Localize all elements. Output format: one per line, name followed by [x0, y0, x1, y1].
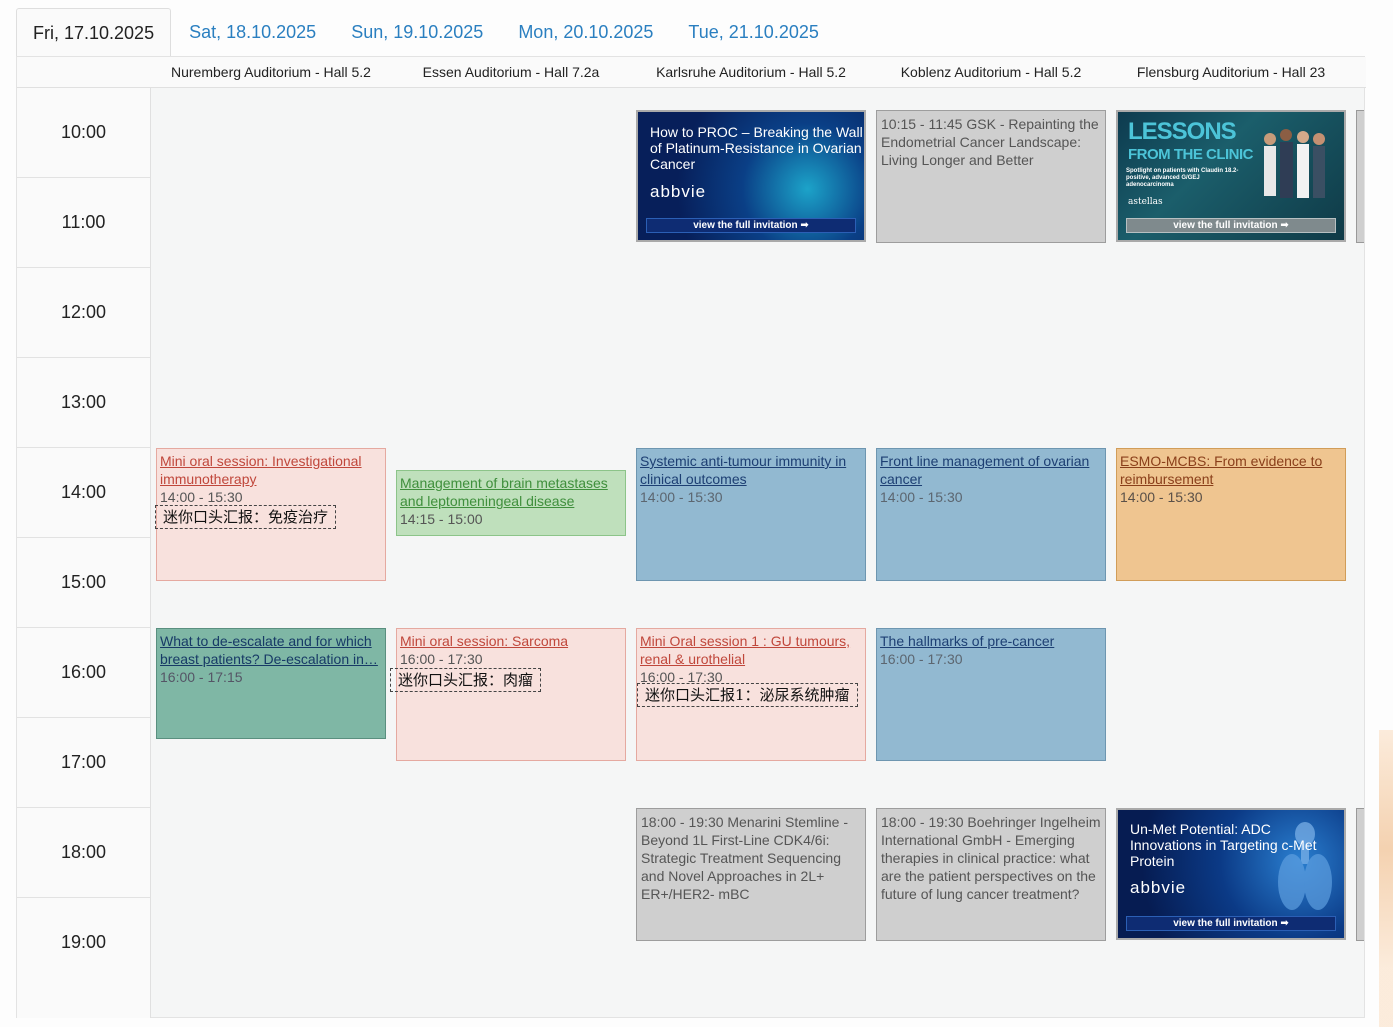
astellas-logo: astellas [1128, 197, 1163, 207]
event-text: 18:00 - 19:30 Boehringer Ingelheim Inter… [881, 814, 1101, 902]
event-gsk-endometrial[interactable]: 10:15 - 11:45 GSK - Repainting the Endom… [876, 110, 1106, 243]
tab-sat-18[interactable]: Sat, 18.10.2025 [172, 8, 333, 58]
ad-banner-abbvie-proc[interactable]: How to PROC – Breaking the Wall of Plati… [636, 110, 866, 242]
event-time: 16:00 - 17:30 [400, 651, 483, 667]
offscreen-event-card[interactable] [1356, 808, 1364, 941]
annotation-note: 迷你口头汇报：肉瘤 [390, 668, 542, 692]
ad-headline: How to PROC – Breaking the Wall of Plati… [650, 124, 863, 172]
hall-header-nuremberg: Nuremberg Auditorium - Hall 5.2 [171, 64, 371, 80]
ad-banner-astellas-lessons[interactable]: LESSONS FROM THE CLINIC Spotlight on pat… [1116, 110, 1346, 242]
time-slot: 13:00 [17, 358, 150, 448]
time-label: 12:00 [60, 302, 107, 322]
annotation-note: 迷你口头汇报1：泌尿系统肿瘤 [637, 683, 858, 707]
time-label: 11:00 [61, 212, 106, 232]
event-time: 14:00 - 15:30 [1120, 489, 1203, 505]
hall-header-row: Nuremberg Auditorium - Hall 5.2 Essen Au… [17, 57, 1366, 88]
arrow-right-icon: ➡ [1280, 918, 1289, 929]
hall-header-karlsruhe: Karlsruhe Auditorium - Hall 5.2 [656, 64, 846, 80]
event-menarini-stemline[interactable]: 18:00 - 19:30 Menarini Stemline - Beyond… [636, 808, 866, 941]
event-mini-oral-sarcoma[interactable]: Mini oral session: Sarcoma 16:00 - 17:30 [396, 628, 626, 761]
hall-header-flensburg: Flensburg Auditorium - Hall 23 [1136, 64, 1326, 80]
event-title-link[interactable]: Front line management of ovarian cancer [880, 453, 1089, 487]
event-hallmarks-pre-cancer[interactable]: The hallmarks of pre-cancer 16:00 - 17:3… [876, 628, 1106, 761]
time-label: 13:00 [60, 392, 107, 412]
time-slot: 12:00 [17, 268, 150, 358]
event-time: 14:00 - 15:30 [640, 489, 723, 505]
event-text: 18:00 - 19:30 Menarini Stemline - Beyond… [641, 814, 848, 902]
event-time: 14:00 - 15:30 [880, 489, 963, 505]
event-title-link[interactable]: Systemic anti-tumour immunity in clinica… [640, 453, 846, 487]
view-invitation-button[interactable]: view the full invitation ➡ [1126, 218, 1336, 233]
time-label: 17:00 [60, 752, 107, 772]
tab-fri-17[interactable]: Fri, 17.10.2025 [16, 8, 172, 58]
event-title-link[interactable]: Mini Oral session 1 : GU tumours, renal … [640, 633, 850, 667]
event-time: 14:15 - 15:00 [400, 511, 483, 527]
event-boehringer-lung[interactable]: 18:00 - 19:30 Boehringer Ingelheim Inter… [876, 808, 1106, 941]
tab-mon-20[interactable]: Mon, 20.10.2025 [501, 8, 670, 58]
event-title-link[interactable]: The hallmarks of pre-cancer [880, 633, 1054, 649]
day-tabs: Fri, 17.10.2025 Sat, 18.10.2025 Sun, 19.… [16, 8, 836, 58]
view-invitation-button[interactable]: view the full invitation ➡ [646, 218, 856, 233]
time-slot: 14:00 [17, 448, 150, 538]
event-title-link[interactable]: ESMO-MCBS: From evidence to reimbursemen… [1120, 453, 1322, 487]
time-slot: 10:00 [17, 88, 150, 178]
tab-sun-19[interactable]: Sun, 19.10.2025 [334, 8, 500, 58]
tab-tue-21[interactable]: Tue, 21.10.2025 [671, 8, 835, 58]
ad-headline: LESSONS [1128, 118, 1237, 145]
arrow-right-icon: ➡ [1280, 220, 1289, 231]
event-time: 16:00 - 17:30 [880, 651, 963, 667]
annotation-note: 迷你口头汇报：免疫治疗 [155, 505, 337, 529]
ad-subtext: Spotlight on patients with Claudin 18.2-… [1126, 168, 1239, 188]
time-slot: 16:00 [17, 628, 150, 718]
view-invitation-label: view the full invitation [693, 220, 798, 231]
event-title-link[interactable]: Management of brain metastases and lepto… [400, 475, 608, 509]
time-label: 14:00 [60, 482, 107, 502]
ad-headline: Un-Met Potential: ADC Innovations in Tar… [1130, 821, 1317, 869]
time-label: 16:00 [60, 662, 107, 682]
background-decoration [1379, 730, 1393, 1027]
time-slot: 18:00 [17, 808, 150, 898]
event-esmo-mcbs[interactable]: ESMO-MCBS: From evidence to reimbursemen… [1116, 448, 1346, 581]
event-title-link[interactable]: What to de-escalate and for which breast… [160, 633, 378, 667]
time-slot: 15:00 [17, 538, 150, 628]
abbvie-logo: abbvie [1130, 878, 1187, 897]
view-invitation-button[interactable]: view the full invitation ➡ [1126, 916, 1336, 931]
abbvie-logo: abbvie [650, 182, 707, 201]
time-slot: 17:00 [17, 718, 150, 808]
schedule-grid: Nuremberg Auditorium - Hall 5.2 Essen Au… [16, 56, 1366, 1018]
view-invitation-label: view the full invitation [1173, 918, 1278, 929]
time-label: 19:00 [60, 932, 107, 952]
ad-subheadline: FROM THE CLINIC [1128, 146, 1254, 163]
event-de-escalate-breast[interactable]: What to de-escalate and for which breast… [156, 628, 386, 739]
event-title-link[interactable]: Mini oral session: Sarcoma [400, 633, 568, 649]
time-label: 18:00 [60, 842, 107, 862]
time-column: 10:00 11:00 12:00 13:00 14:00 15:00 16:0… [17, 88, 151, 1018]
event-text: 10:15 - 11:45 GSK - Repainting the Endom… [881, 116, 1099, 168]
hall-header-essen: Essen Auditorium - Hall 7.2a [422, 64, 600, 80]
time-slot: 19:00 [17, 898, 150, 988]
ad-banner-abbvie-cmet[interactable]: Un-Met Potential: ADC Innovations in Tar… [1116, 808, 1346, 940]
event-systemic-anti-tumour[interactable]: Systemic anti-tumour immunity in clinica… [636, 448, 866, 581]
event-title-link[interactable]: Mini oral session: Investigational immun… [160, 453, 362, 487]
event-time: 14:00 - 15:30 [160, 489, 243, 505]
hall-header-koblenz: Koblenz Auditorium - Hall 5.2 [900, 64, 1082, 80]
event-brain-metastases[interactable]: Management of brain metastases and lepto… [396, 470, 626, 536]
time-label: 15:00 [60, 572, 107, 592]
doctors-illustration-icon [1264, 129, 1325, 198]
event-time: 16:00 - 17:15 [160, 669, 243, 685]
time-slot: 11:00 [17, 178, 150, 268]
offscreen-event-card[interactable] [1356, 110, 1364, 243]
arrow-right-icon: ➡ [800, 220, 809, 231]
agenda-page: Fri, 17.10.2025 Sat, 18.10.2025 Sun, 19.… [0, 0, 1393, 1027]
time-label: 10:00 [60, 122, 107, 142]
view-invitation-label: view the full invitation [1173, 220, 1278, 231]
event-front-line-ovarian[interactable]: Front line management of ovarian cancer … [876, 448, 1106, 581]
